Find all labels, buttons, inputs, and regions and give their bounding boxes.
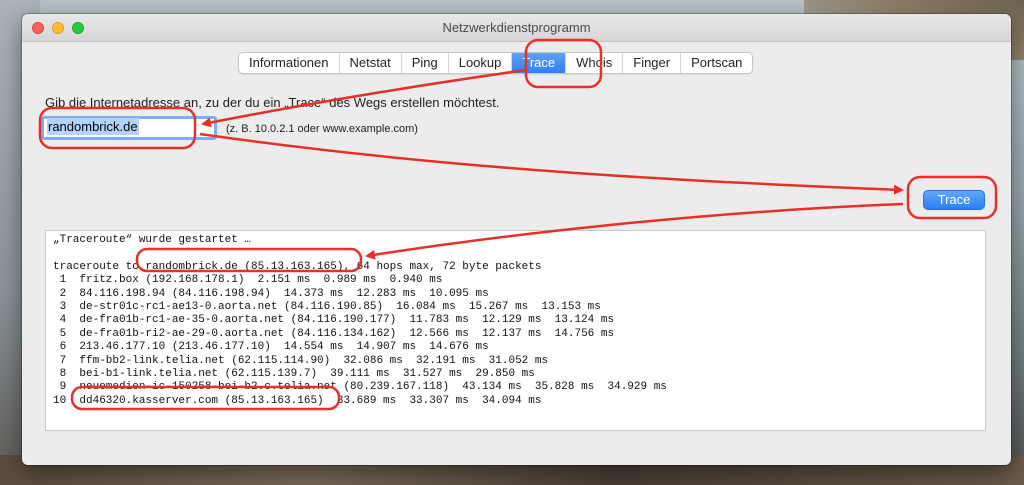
tab-informationen[interactable]: Informationen (239, 53, 340, 73)
output-hop-line: 5 de-fra01b-ri2-ae-29-0.aorta.net (84.11… (53, 327, 615, 340)
trace-address-value: randombrick.de (47, 118, 139, 135)
output-hop-line: 9 neuemedien-ic-150258-bei-b2.c.telia.ne… (53, 381, 667, 394)
trace-address-hint: (z. B. 10.0.2.1 oder www.example.com) (226, 123, 418, 135)
output-hop-line: 8 bei-b1-link.telia.net (62.115.139.7) 3… (53, 368, 535, 381)
trace-output-area[interactable]: „Traceroute“ wurde gestartet … tracerout… (45, 230, 986, 431)
output-started-line: „Traceroute“ wurde gestartet … (53, 234, 252, 246)
title-bar[interactable]: Netzwerkdienstprogramm (22, 14, 1011, 42)
output-hop-line: 6 213.46.177.10 (213.46.177.10) 14.554 m… (53, 341, 489, 354)
tab-netstat[interactable]: Netstat (340, 53, 402, 73)
trace-prompt-label: Gib die Internetadresse an, zu der du ei… (45, 95, 500, 110)
output-blank-line (53, 247, 978, 260)
tab-finger[interactable]: Finger (623, 53, 682, 73)
tab-bar: Informationen Netstat Ping Lookup Trace … (238, 52, 754, 74)
output-hop-line: 3 de-str01c-rc1-ae13-0.aorta.net (84.116… (53, 301, 601, 314)
trace-address-input[interactable]: randombrick.de (41, 116, 217, 140)
network-utility-window: Netzwerkdienstprogramm Informationen Net… (22, 14, 1011, 465)
tab-whois[interactable]: Whois (566, 53, 624, 73)
window-title: Netzwerkdienstprogramm (442, 20, 591, 35)
tab-ping[interactable]: Ping (402, 53, 449, 73)
output-hop-line: 10 dd46320.kasserver.com (85.13.163.165)… (53, 394, 542, 407)
tab-lookup[interactable]: Lookup (449, 53, 513, 73)
output-hop-line: 7 ffm-bb2-link.telia.net (62.115.114.90)… (53, 354, 549, 367)
output-hop-line: 4 de-fra01b-rc1-ae-35-0.aorta.net (84.11… (53, 314, 615, 327)
trace-button[interactable]: Trace (923, 190, 985, 210)
tab-portscan[interactable]: Portscan (681, 53, 752, 73)
tab-trace[interactable]: Trace (512, 53, 567, 73)
output-header-line: traceroute to randombrick.de (85.13.163.… (53, 260, 542, 273)
output-hop-line: 1 fritz.box (192.168.178.1) 2.151 ms 0.9… (53, 274, 443, 287)
output-hop-line: 2 84.116.198.94 (84.116.198.94) 14.373 m… (53, 287, 489, 300)
